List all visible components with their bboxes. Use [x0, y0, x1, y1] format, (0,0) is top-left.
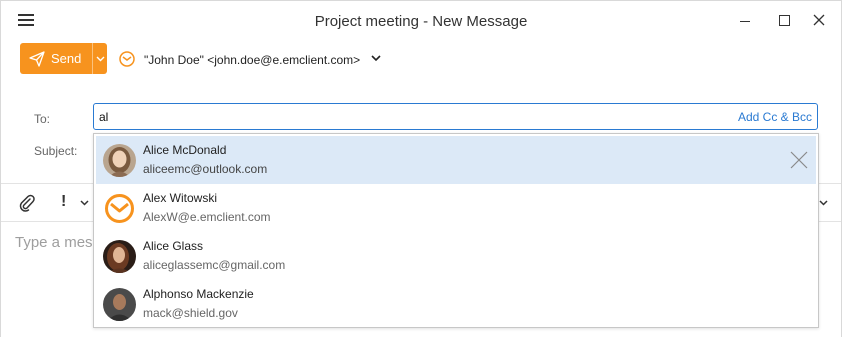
suggestion-email: mack@shield.gov [143, 306, 238, 320]
close-icon[interactable] [790, 151, 808, 169]
to-input[interactable]: al [93, 103, 818, 130]
suggestion-email: aliceemc@outlook.com [143, 162, 268, 176]
send-options-button[interactable] [92, 43, 107, 74]
add-cc-bcc-link[interactable]: Add Cc & Bcc [738, 110, 812, 124]
account-envelope-icon [119, 51, 135, 67]
message-body[interactable]: Type a mes [15, 234, 93, 251]
compose-window: Project meeting - New Message Send "John… [0, 0, 842, 337]
title-bar: Project meeting - New Message [1, 1, 841, 41]
chevron-down-icon[interactable] [371, 55, 381, 62]
to-label: To: [34, 112, 51, 126]
suggestion-email: AlexW@e.emclient.com [143, 210, 271, 224]
avatar [103, 240, 136, 273]
suggestion-name: Alice McDonald [143, 143, 227, 157]
chevron-down-icon[interactable] [819, 200, 828, 206]
suggestion-name: Alice Glass [143, 239, 204, 253]
chevron-down-icon[interactable] [80, 200, 89, 206]
suggestion-item[interactable]: Alice Glass aliceglassemc@gmail.com [96, 232, 816, 280]
suggestion-email: aliceglassemc@gmail.com [143, 258, 286, 272]
from-account[interactable]: "John Doe" <john.doe@e.emclient.com> [144, 53, 360, 67]
minimize-button[interactable] [733, 11, 757, 31]
suggestion-item[interactable]: Alex Witowski AlexW@e.emclient.com [96, 184, 816, 232]
suggestion-item[interactable]: Alice McDonald aliceemc@outlook.com [96, 136, 816, 184]
avatar [103, 288, 136, 321]
suggestion-item[interactable]: Alphonso Mackenzie mack@shield.gov [96, 280, 816, 328]
chevron-down-icon [96, 56, 105, 62]
importance-icon[interactable]: ! [61, 193, 66, 211]
close-icon [813, 14, 825, 26]
send-label: Send [51, 51, 82, 66]
avatar [103, 144, 136, 177]
autocomplete-dropdown: Alice McDonald aliceemc@outlook.com Alex… [93, 133, 819, 328]
paperclip-icon[interactable] [18, 194, 36, 212]
send-button[interactable]: Send [20, 43, 92, 74]
close-button[interactable] [807, 11, 831, 31]
send-icon [29, 51, 45, 67]
maximize-button[interactable] [772, 11, 796, 31]
subject-label: Subject: [34, 144, 78, 158]
envelope-icon [103, 192, 136, 225]
suggestion-name: Alex Witowski [143, 191, 218, 205]
window-title: Project meeting - New Message [314, 13, 528, 30]
suggestion-name: Alphonso Mackenzie [143, 287, 254, 301]
